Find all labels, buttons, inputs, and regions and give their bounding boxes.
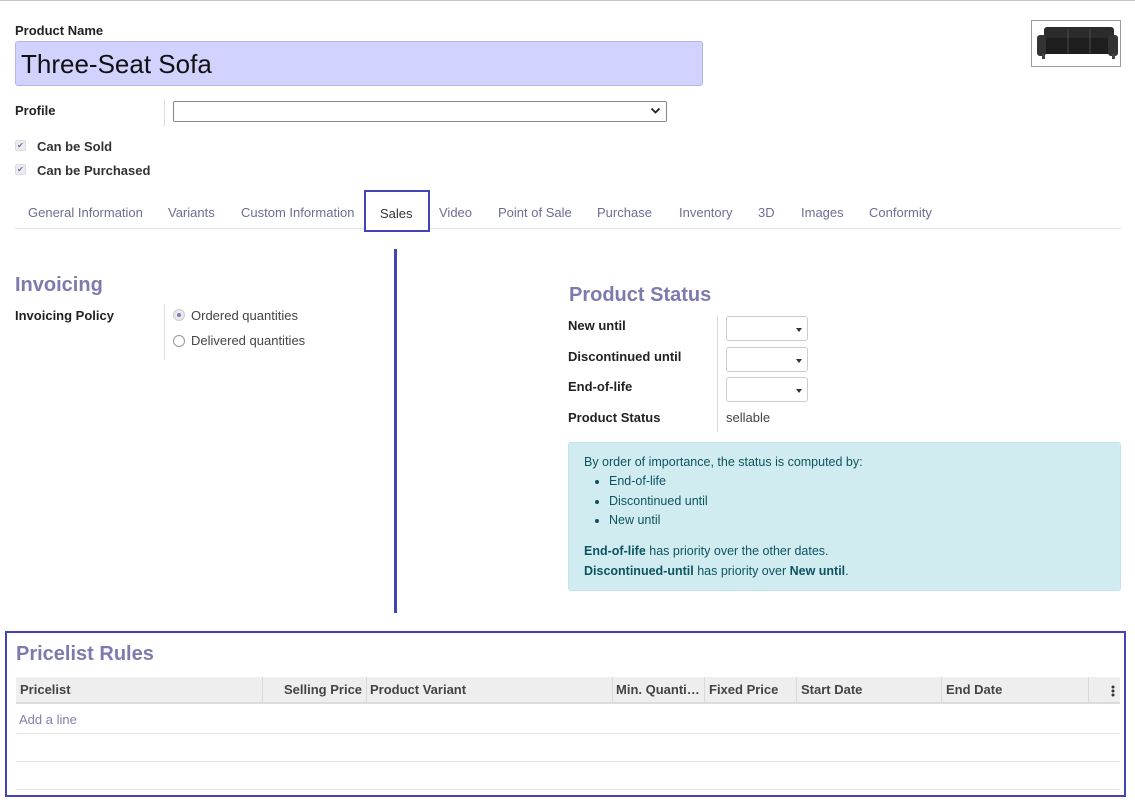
- can-be-purchased-label: Can be Purchased: [37, 163, 151, 178]
- can-be-purchased-checkbox[interactable]: ✔: [15, 164, 26, 175]
- invoicing-separator: [164, 305, 165, 360]
- info-line-2-mid: has priority over: [693, 564, 790, 578]
- product-status-value: sellable: [726, 410, 771, 425]
- profile-label: Profile: [15, 103, 56, 118]
- product-image[interactable]: [1031, 20, 1121, 67]
- profile-separator: [164, 99, 165, 126]
- info-line-1-rest: has priority over the other dates.: [645, 544, 829, 558]
- pricelist-rules-title: Pricelist Rules: [16, 643, 154, 665]
- column-pricelist[interactable]: Pricelist: [20, 682, 71, 697]
- delivered-quantities-label: Delivered quantities: [191, 333, 306, 348]
- table-row: [16, 733, 1120, 734]
- column-product-variant[interactable]: Product Variant: [370, 682, 466, 697]
- sofa-icon: [1032, 21, 1120, 66]
- product-status-label: Product Status: [568, 410, 661, 425]
- invoicing-title: Invoicing: [15, 274, 103, 296]
- info-line-1-bold: End-of-life: [584, 544, 646, 558]
- tab-3d[interactable]: 3D: [758, 205, 775, 220]
- product-name-value: Three-Seat Sofa: [21, 49, 212, 79]
- product-name-field[interactable]: Three-Seat Sofa: [15, 41, 703, 86]
- column-options-icon[interactable]: [1110, 684, 1116, 698]
- ordered-quantities-label: Ordered quantities: [191, 308, 298, 323]
- profile-select[interactable]: [173, 101, 667, 122]
- info-line-1: End-of-life has priority over the other …: [584, 544, 829, 558]
- discontinued-until-date-picker[interactable]: [726, 347, 808, 372]
- column-separator: [1088, 677, 1089, 704]
- end-of-life-date-picker[interactable]: [726, 377, 808, 402]
- info-list: End-of-life Discontinued until New until: [609, 474, 708, 533]
- add-a-line-link[interactable]: Add a line: [19, 712, 77, 727]
- tab-variants[interactable]: Variants: [168, 205, 215, 220]
- info-line-2: Discontinued-until has priority over New…: [584, 564, 849, 578]
- column-min-quantity[interactable]: Min. Quanti…: [616, 682, 700, 697]
- column-separator: [612, 677, 613, 704]
- delivered-quantities-radio[interactable]: [173, 335, 185, 347]
- product-name-label: Product Name: [15, 23, 104, 38]
- info-item-end-of-life: End-of-life: [609, 474, 708, 490]
- status-info-alert: By order of importance, the status is co…: [568, 442, 1121, 591]
- tab-general-information[interactable]: General Information: [28, 205, 143, 220]
- tab-images[interactable]: Images: [801, 205, 844, 220]
- tab-sales-label: Sales: [380, 206, 413, 221]
- info-item-discontinued: Discontinued until: [609, 494, 708, 510]
- table-row: [16, 761, 1120, 762]
- column-separator: [796, 677, 797, 704]
- column-separator: [366, 677, 367, 704]
- tab-point-of-sale[interactable]: Point of Sale: [498, 205, 572, 220]
- column-separator: [704, 677, 705, 704]
- end-of-life-label: End-of-life: [568, 379, 633, 394]
- status-separator: [717, 315, 718, 432]
- column-separator: [262, 677, 263, 704]
- column-separator: [941, 677, 942, 704]
- tab-purchase[interactable]: Purchase: [597, 205, 652, 220]
- info-line-2-end: .: [845, 564, 849, 578]
- highlight-divider: [394, 249, 397, 613]
- column-start-date[interactable]: Start Date: [801, 682, 862, 697]
- top-border: [0, 0, 1135, 1]
- can-be-sold-label: Can be Sold: [37, 139, 113, 154]
- tab-custom-information[interactable]: Custom Information: [241, 205, 354, 220]
- invoicing-policy-label: Invoicing Policy: [15, 308, 114, 323]
- new-until-date-picker[interactable]: [726, 316, 808, 341]
- tab-conformity[interactable]: Conformity: [869, 205, 932, 220]
- pricelist-rules-highlight: [5, 631, 1126, 797]
- info-line-2-bold-2: New until: [789, 564, 846, 578]
- info-item-new-until: New until: [609, 513, 708, 529]
- column-end-date[interactable]: End Date: [946, 682, 1002, 697]
- ordered-quantities-radio[interactable]: [173, 309, 185, 321]
- tab-video[interactable]: Video: [439, 205, 472, 220]
- info-line-2-bold-1: Discontinued-until: [584, 564, 694, 578]
- can-be-sold-checkbox[interactable]: ✔: [15, 140, 26, 151]
- column-selling-price[interactable]: Selling Price: [284, 682, 362, 697]
- column-fixed-price[interactable]: Fixed Price: [709, 682, 778, 697]
- tabs-baseline: [15, 228, 1121, 229]
- pricelist-table-header: Pricelist Selling Price Product Variant …: [16, 677, 1120, 704]
- table-row: [16, 789, 1120, 790]
- discontinued-until-label: Discontinued until: [568, 349, 682, 364]
- info-intro: By order of importance, the status is co…: [584, 455, 863, 469]
- product-status-title: Product Status: [569, 284, 712, 306]
- tab-sales[interactable]: Sales: [364, 190, 430, 232]
- chevron-down-icon: [650, 107, 661, 114]
- tab-inventory[interactable]: Inventory: [679, 205, 732, 220]
- new-until-label: New until: [568, 318, 626, 333]
